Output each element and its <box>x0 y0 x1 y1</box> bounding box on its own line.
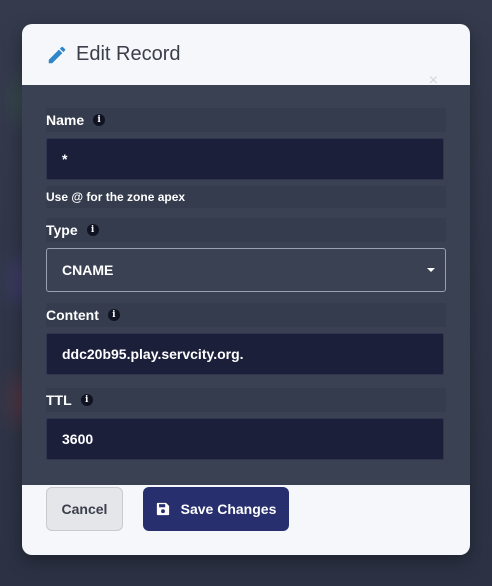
content-label-row: Content i <box>46 303 446 327</box>
ttl-info-icon[interactable]: i <box>80 394 93 406</box>
type-select[interactable]: CNAME <box>46 248 446 292</box>
floppy-disk-icon <box>156 502 169 516</box>
modal-body: × Name i * Use @ for the zone apex Type … <box>22 73 470 485</box>
name-info-icon[interactable]: i <box>93 114 106 126</box>
name-input[interactable]: * <box>46 138 444 180</box>
pencil-icon <box>48 46 66 63</box>
type-label-row: Type i <box>46 218 446 242</box>
chevron-down-icon <box>427 268 435 272</box>
ttl-input[interactable]: 3600 <box>46 418 444 460</box>
save-changes-button[interactable]: Save Changes <box>143 487 289 531</box>
edit-record-modal: Edit Record × Name i * Use @ for the zon… <box>22 24 470 555</box>
cancel-button[interactable]: Cancel <box>46 487 123 531</box>
type-info-icon[interactable]: i <box>86 224 99 236</box>
modal-header: Edit Record <box>22 24 470 85</box>
name-label: Name <box>46 112 85 128</box>
name-label-row: Name i <box>46 108 446 132</box>
ttl-label: TTL <box>46 392 72 408</box>
content-label: Content <box>46 307 99 323</box>
type-selected-value: CNAME <box>62 262 114 278</box>
type-label: Type <box>46 222 78 238</box>
content-input[interactable]: ddc20b95.play.servcity.org. <box>46 333 444 375</box>
close-icon[interactable]: × <box>429 73 438 89</box>
modal-title: Edit Record <box>76 43 181 65</box>
ttl-label-row: TTL i <box>46 388 446 412</box>
content-info-icon[interactable]: i <box>107 309 120 321</box>
save-changes-label: Save Changes <box>180 501 277 517</box>
name-help-text: Use @ for the zone apex <box>46 186 446 208</box>
